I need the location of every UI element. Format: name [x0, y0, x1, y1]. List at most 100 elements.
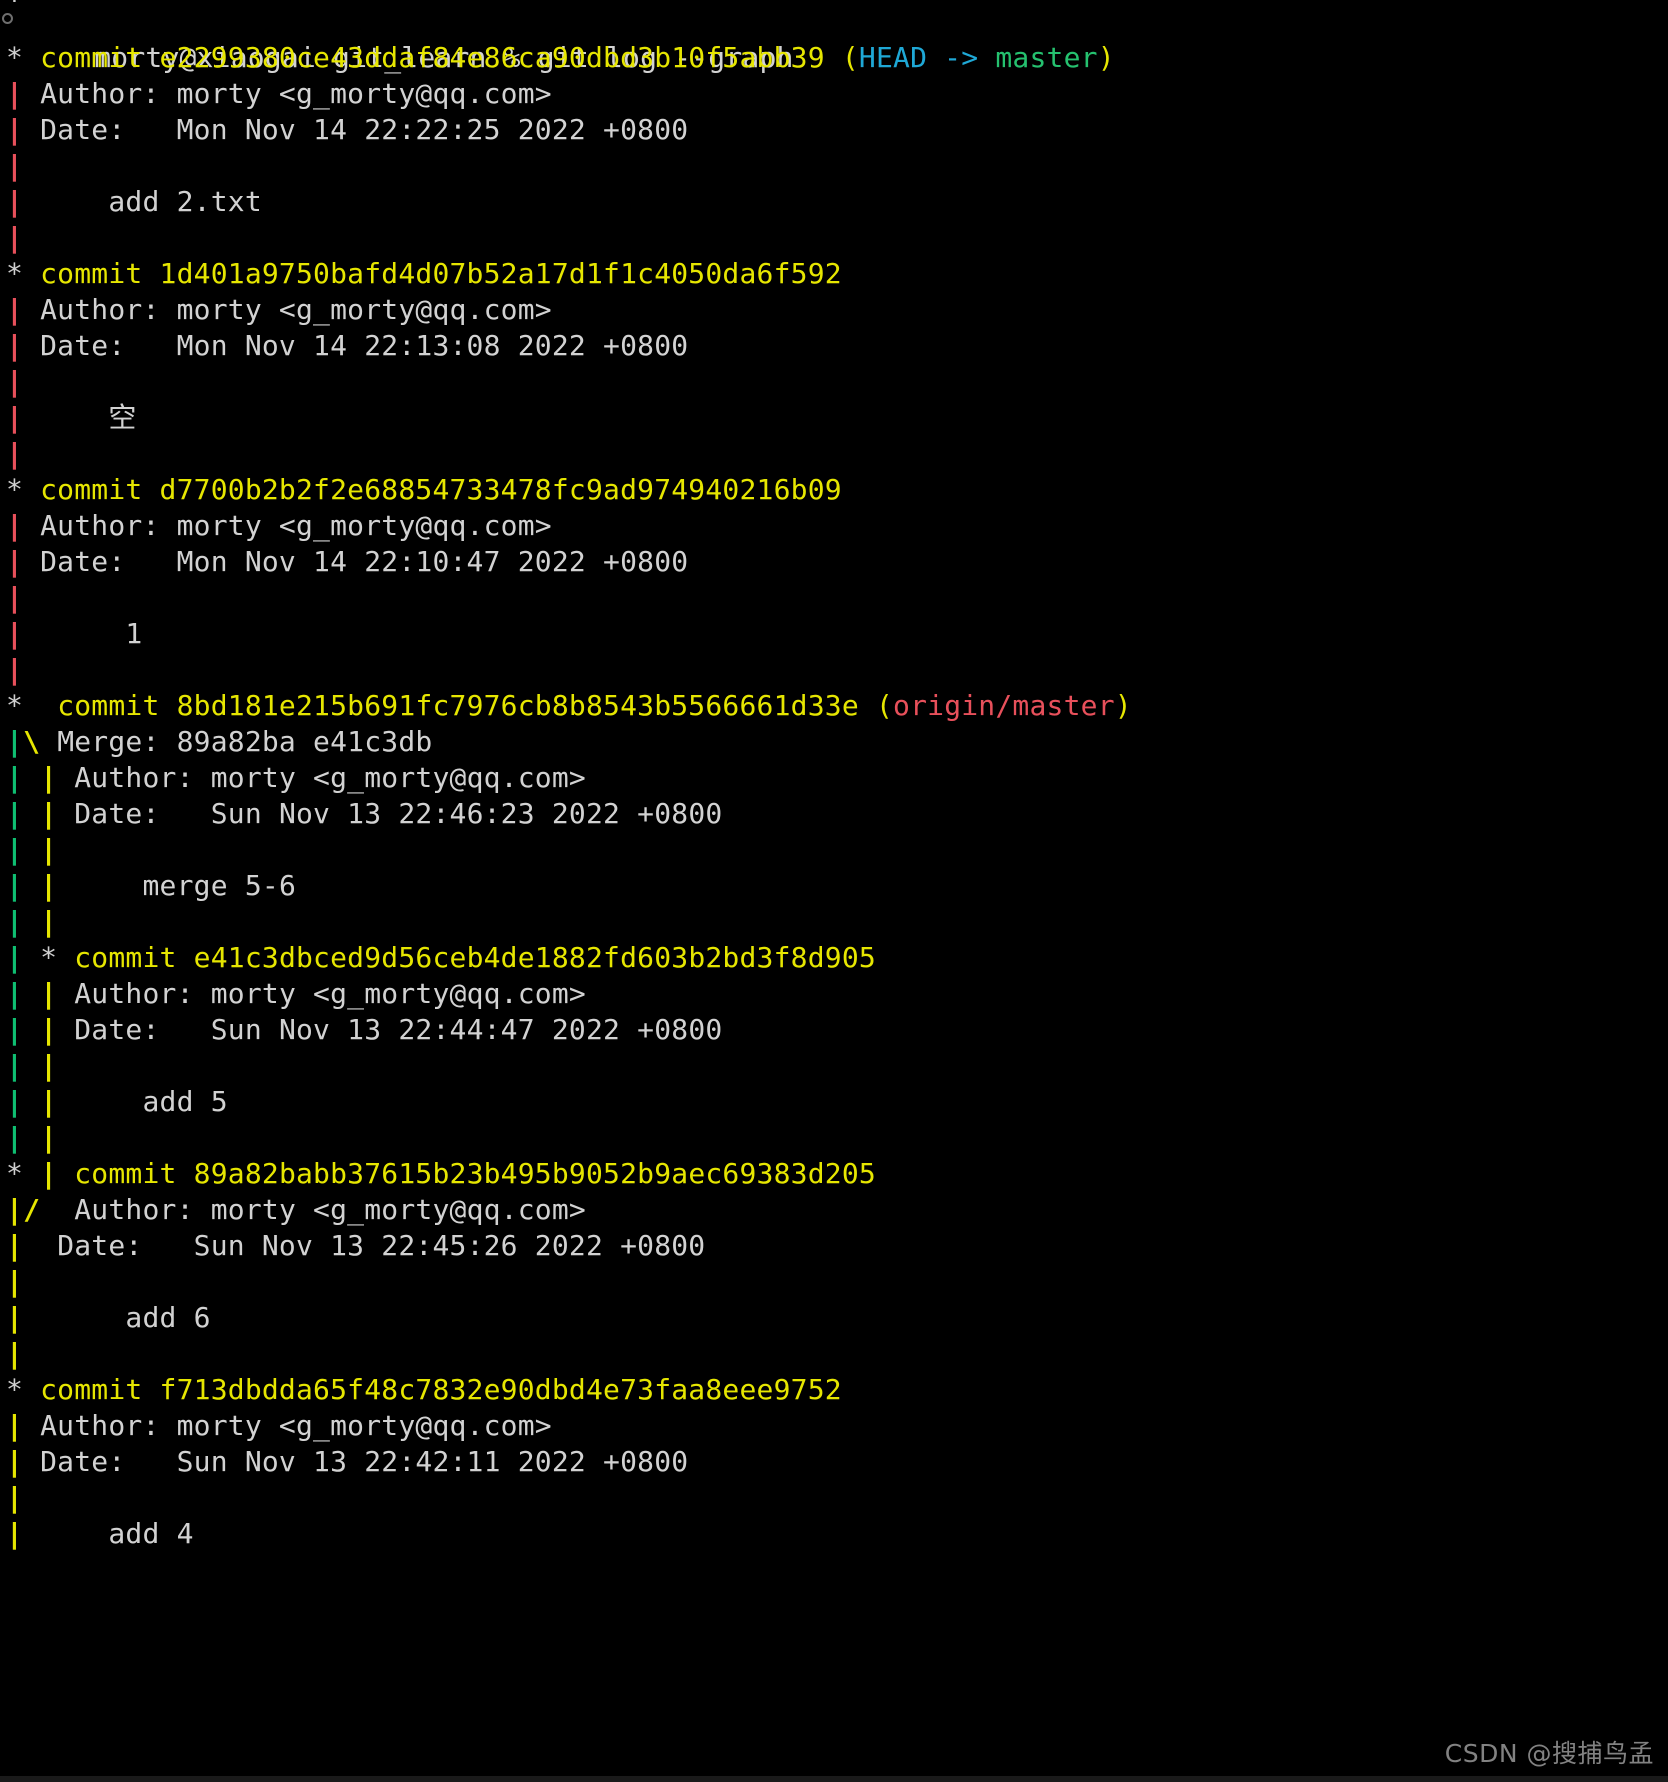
- graph-gutter: *: [6, 1373, 40, 1406]
- graph-gutter: |: [6, 1409, 40, 1442]
- git-log-line: * commit d7700b2b2f2e68854733478fc9ad974…: [0, 472, 1668, 508]
- log-text: Date: Mon Nov 14 22:13:08 2022 +0800: [40, 329, 689, 362]
- log-text: Author: morty <g_morty@qq.com>: [74, 977, 586, 1010]
- graph-gutter: |: [6, 329, 40, 362]
- graph-space: [23, 761, 40, 794]
- graph-gutter: |: [6, 581, 40, 614]
- graph-space: [23, 257, 40, 290]
- commit-hash-text: commit 8bd181e215b691fc7976cb8b8543b5566…: [57, 689, 876, 722]
- commit-hash-text: commit 1d401a9750bafd4d07b52a17d1f1c4050…: [40, 257, 842, 290]
- graph-space: [23, 1265, 40, 1298]
- graph-edge-icon: |: [40, 1049, 58, 1082]
- graph-gutter: |: [6, 401, 40, 434]
- circle-bullet-icon: [2, 13, 13, 24]
- git-log-line: |: [0, 364, 1668, 400]
- graph-space: [57, 797, 74, 830]
- graph-gutter: |: [6, 1337, 40, 1370]
- csdn-watermark: CSDN @搜捕鸟孟: [1444, 1739, 1654, 1768]
- graph-space: [23, 1049, 40, 1082]
- git-log-output: * commit e2299380ce43ddaf84e86ca90dbd3b1…: [0, 40, 1668, 1552]
- log-text: Date: Sun Nov 13 22:45:26 2022 +0800: [57, 1229, 706, 1262]
- commit-hash-text: commit 89a82babb37615b23b495b9052b9aec69…: [74, 1157, 876, 1190]
- graph-space: [23, 41, 40, 74]
- git-log-line: |: [0, 220, 1668, 256]
- git-log-line: | |: [0, 1048, 1668, 1084]
- graph-edge-icon: |: [6, 617, 24, 650]
- git-log-line: | 1: [0, 616, 1668, 652]
- graph-edge-icon: |: [6, 149, 24, 182]
- git-log-line: * commit f713dbdda65f48c7832e90dbd4e73fa…: [0, 1372, 1668, 1408]
- graph-space: [23, 437, 40, 470]
- graph-gutter: |: [6, 1229, 57, 1262]
- log-text: Merge: 89a82ba e41c3db: [57, 725, 433, 758]
- graph-edge-icon: |: [6, 1481, 24, 1514]
- graph-space: [23, 113, 40, 146]
- git-log-line: | * commit e41c3dbced9d56ceb4de1882fd603…: [0, 940, 1668, 976]
- terminal-window[interactable]: | morty@xiaogai git_learn % git log --gr…: [0, 0, 1668, 1782]
- graph-edge-icon: |: [40, 1085, 58, 1118]
- git-log-line: * commit 8bd181e215b691fc7976cb8b8543b55…: [0, 688, 1668, 724]
- graph-space: [23, 653, 40, 686]
- log-text: Author: morty <g_morty@qq.com>: [40, 77, 552, 110]
- commit-hash-text: commit e41c3dbced9d56ceb4de1882fd603b2bd…: [74, 941, 876, 974]
- graph-space: [23, 905, 40, 938]
- graph-space: [23, 941, 40, 974]
- graph-space: [23, 545, 40, 578]
- graph-edge-icon: |: [6, 581, 24, 614]
- graph-space: [23, 1157, 40, 1190]
- graph-gutter: | *: [6, 941, 74, 974]
- graph-gutter: |: [6, 113, 40, 146]
- commit-node-icon: *: [6, 41, 24, 74]
- graph-edge-icon: |: [6, 1265, 24, 1298]
- graph-gutter: | |: [6, 1013, 74, 1046]
- graph-space: [23, 689, 57, 722]
- graph-gutter: |: [6, 1517, 40, 1550]
- graph-gutter: |: [6, 149, 40, 182]
- git-log-line: | Date: Mon Nov 14 22:10:47 2022 +0800: [0, 544, 1668, 580]
- commit-hash-text: commit d7700b2b2f2e68854733478fc9ad97494…: [40, 473, 842, 506]
- git-log-line: |: [0, 148, 1668, 184]
- graph-edge-icon: |: [40, 977, 58, 1010]
- graph-space: [23, 1337, 40, 1370]
- graph-edge-icon: |: [40, 869, 58, 902]
- log-text: Date: Sun Nov 13 22:42:11 2022 +0800: [40, 1445, 689, 1478]
- graph-space: [40, 725, 57, 758]
- graph-space: [23, 869, 40, 902]
- commit-node-icon: *: [40, 941, 58, 974]
- git-log-line: | |: [0, 832, 1668, 868]
- git-log-line: | |: [0, 904, 1668, 940]
- graph-space: [23, 1301, 57, 1334]
- graph-gutter: |: [6, 509, 40, 542]
- commit-hash-text: commit e2299380ce43ddaf84e86ca90dbd3b10f…: [40, 41, 842, 74]
- git-log-line: | add 2.txt: [0, 184, 1668, 220]
- graph-edge-icon: |: [6, 1517, 24, 1550]
- graph-gutter: |/: [6, 1193, 74, 1226]
- graph-space: [57, 1157, 74, 1190]
- graph-edge-icon: |: [6, 869, 24, 902]
- log-text: Author: morty <g_morty@qq.com>: [74, 761, 586, 794]
- graph-space: [23, 149, 40, 182]
- graph-space: [23, 1229, 57, 1262]
- graph-edge-icon: |: [6, 1193, 24, 1226]
- graph-edge-icon: |: [6, 1049, 24, 1082]
- graph-edge-icon: \: [23, 725, 41, 758]
- graph-space: [57, 869, 74, 902]
- graph-edge-icon: |: [6, 1337, 24, 1370]
- git-log-line: |: [0, 1264, 1668, 1300]
- log-text: Date: Sun Nov 13 22:44:47 2022 +0800: [74, 1013, 723, 1046]
- git-log-line: | add 4: [0, 1516, 1668, 1552]
- git-log-line: | | add 5: [0, 1084, 1668, 1120]
- graph-gutter: *: [6, 257, 40, 290]
- graph-gutter: |: [6, 545, 40, 578]
- graph-edge-icon: |: [6, 653, 24, 686]
- graph-edge-icon: |: [40, 797, 58, 830]
- graph-space: [23, 1445, 40, 1478]
- git-log-line: | |: [0, 1120, 1668, 1156]
- graph-space: [23, 1517, 40, 1550]
- log-text: add 6: [57, 1301, 211, 1334]
- graph-gutter: |: [6, 653, 40, 686]
- graph-space: [23, 1373, 40, 1406]
- git-log-line: | | Author: morty <g_morty@qq.com>: [0, 976, 1668, 1012]
- graph-edge-icon: |: [6, 977, 24, 1010]
- graph-edge-icon: |: [6, 401, 24, 434]
